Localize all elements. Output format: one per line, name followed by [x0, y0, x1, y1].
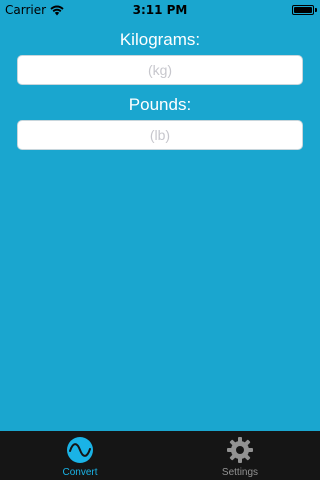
tab-convert[interactable]: Convert: [0, 431, 160, 480]
gear-icon: [227, 437, 253, 463]
tab-convert-label: Convert: [62, 467, 98, 478]
battery-fill: [294, 7, 312, 13]
pounds-input[interactable]: [17, 120, 303, 150]
tab-settings-label: Settings: [221, 467, 259, 478]
kilograms-label: Kilograms:: [119, 30, 201, 49]
status-bar: Carrier 3:11 PM: [0, 0, 320, 20]
battery-icon: [292, 5, 314, 15]
tab-bar: Convert Settings: [0, 431, 320, 480]
wave-icon: [67, 437, 93, 463]
kilograms-input[interactable]: [17, 55, 303, 85]
status-time: 3:11 PM: [132, 3, 188, 17]
battery-tip: [315, 8, 317, 12]
tab-settings[interactable]: Settings: [160, 431, 320, 480]
pounds-label: Pounds:: [128, 95, 192, 114]
